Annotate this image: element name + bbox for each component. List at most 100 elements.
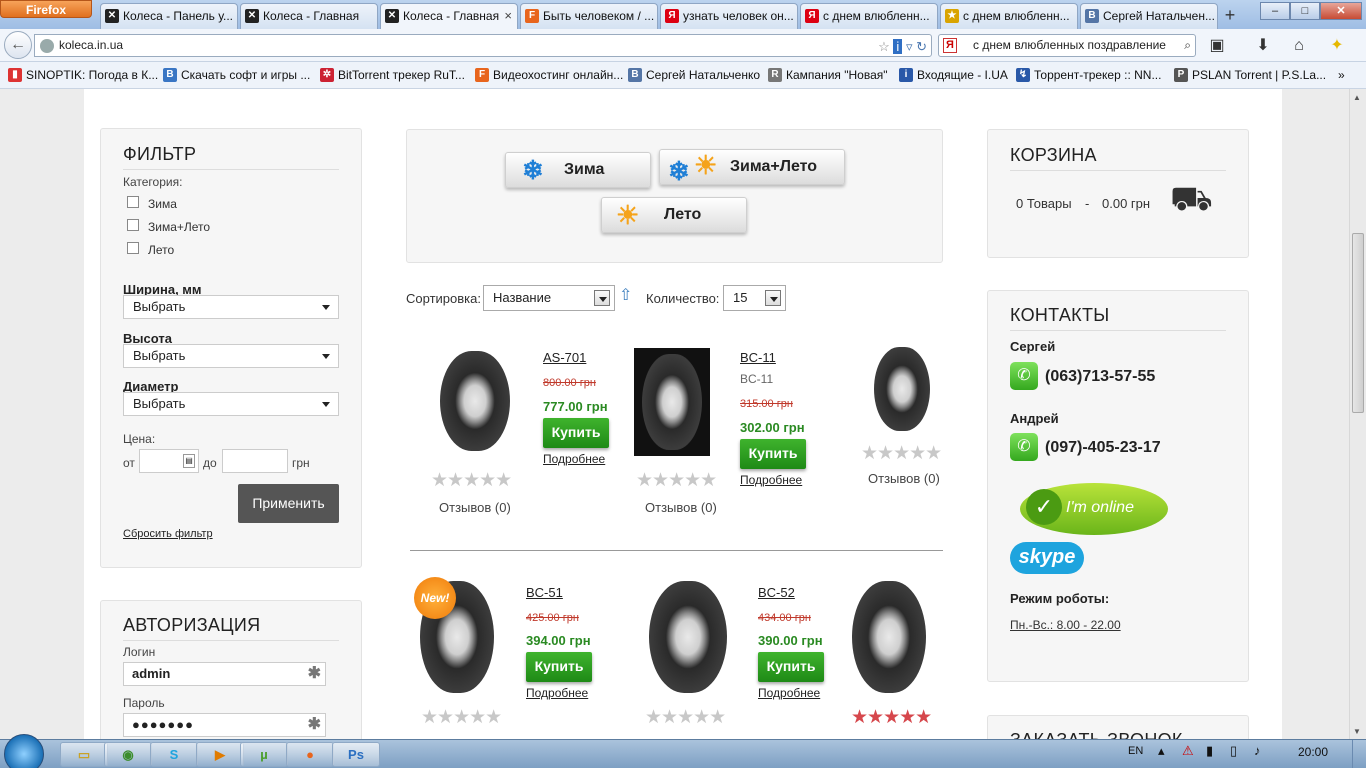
tray-arrow-icon[interactable]: ▴ — [1158, 743, 1165, 759]
product-name-link[interactable]: BC-51 — [526, 585, 563, 600]
browser-tab[interactable]: Яс днем влюбленн... — [800, 3, 938, 29]
price-to-input[interactable] — [222, 449, 288, 473]
yandex-search-icon[interactable]: Я — [943, 38, 957, 53]
rating-stars[interactable]: ★★★★★ — [636, 469, 717, 492]
reviews-count[interactable]: Отзывов (0) — [645, 500, 717, 515]
reload-icon[interactable]: ↻ — [916, 39, 927, 54]
photoshop-icon[interactable]: Ps — [332, 742, 380, 767]
rating-stars[interactable]: ★★★★★ — [421, 706, 502, 729]
new-tab-button[interactable]: + — [1219, 5, 1241, 27]
bookmark-item[interactable]: B Сергей Натальченко — [628, 67, 760, 83]
reviews-count[interactable]: Отзывов (0) — [439, 500, 511, 515]
details-link[interactable]: Подробнее — [758, 686, 820, 700]
back-arrow-icon[interactable]: ← — [4, 31, 32, 59]
minimize-button[interactable]: – — [1260, 2, 1290, 20]
bookmark-item[interactable]: R Кампания "Новая" — [768, 67, 888, 83]
product-name-link[interactable]: BC-11 — [740, 350, 776, 365]
buy-button[interactable]: Купить — [758, 652, 824, 682]
url-bar[interactable]: koleca.in.ua ☆ i ▿ ↻ — [34, 34, 932, 57]
product-image-frame[interactable] — [634, 348, 710, 456]
bookmark-item[interactable]: P PSLAN Torrent | P.S.La... — [1174, 67, 1326, 83]
browser-tab[interactable]: Яузнать человек он... — [660, 3, 798, 29]
checkbox-allseason[interactable] — [127, 219, 139, 231]
network-error-icon[interactable]: ⚠ — [1182, 743, 1194, 759]
media-player-icon[interactable]: ▶ — [196, 742, 244, 767]
maximize-button[interactable]: □ — [1290, 2, 1320, 20]
password-input[interactable]: ●●●●●●● ✱ — [123, 713, 326, 737]
buy-button[interactable]: Купить — [526, 652, 592, 682]
vertical-scrollbar[interactable]: ▲ ▼ — [1349, 89, 1366, 739]
apply-filter-button[interactable]: Применить — [238, 484, 339, 523]
language-indicator[interactable]: EN — [1128, 745, 1143, 757]
browser-tab[interactable]: B Сергей Натальчен... — [1080, 3, 1218, 29]
info-icon[interactable]: i — [893, 39, 903, 54]
home-icon[interactable]: ⌂ — [1288, 35, 1310, 57]
utorrent-icon[interactable]: µ — [240, 742, 288, 767]
scroll-up-icon[interactable]: ▲ — [1353, 93, 1361, 102]
skype-icon[interactable]: S — [150, 742, 198, 767]
bookmark-star-icon[interactable]: ☆ — [878, 39, 890, 54]
bookmark-item[interactable]: ▮ SINOPTIK: Погода в К... — [8, 67, 158, 83]
width-select[interactable]: Выбрать — [123, 295, 339, 319]
firefox-icon[interactable]: ● — [286, 742, 334, 767]
details-link[interactable]: Подробнее — [526, 686, 588, 700]
bookmarks-menu-icon[interactable]: ▣ — [1206, 35, 1228, 57]
spinner-icon[interactable]: ▤ — [183, 454, 195, 468]
product-image[interactable] — [874, 347, 930, 431]
shopping-cart-icon[interactable]: ⛟ — [1170, 180, 1213, 224]
buy-button[interactable]: Купить — [740, 439, 806, 469]
browser-tab[interactable]: ★ с днем влюбленн... — [940, 3, 1078, 29]
login-input[interactable]: admin ✱ — [123, 662, 326, 686]
rating-stars[interactable]: ★★★★★ — [431, 469, 512, 492]
details-link[interactable]: Подробнее — [543, 452, 605, 466]
product-image[interactable] — [649, 581, 727, 693]
show-desktop-button[interactable] — [1352, 740, 1366, 768]
sort-select[interactable]: Название — [483, 285, 615, 311]
bookmark-item[interactable]: ↯ Торрент-трекер :: NN... — [1016, 67, 1161, 83]
rating-stars[interactable]: ★★★★★ — [851, 706, 932, 729]
dropdown-arrow-icon[interactable]: ▿ — [906, 39, 913, 54]
downloads-icon[interactable]: ⬇ — [1252, 35, 1274, 57]
price-from-input[interactable]: ▤ — [139, 449, 199, 473]
reset-filter-link[interactable]: Сбросить фильтр — [123, 528, 213, 540]
bookmarks-overflow-icon[interactable]: » — [1338, 67, 1345, 83]
firefox-menu-button[interactable]: Firefox — [0, 0, 92, 18]
checkbox-winter[interactable] — [127, 196, 139, 208]
bookmark-item[interactable]: ✲ BitTorrent трекер RuT... — [320, 67, 465, 83]
rating-stars[interactable]: ★★★★★ — [645, 706, 726, 729]
bookmark-item[interactable]: i Входящие - I.UA — [899, 67, 1008, 83]
sort-direction-icon[interactable]: ⇧ — [619, 285, 632, 305]
explorer-icon[interactable]: ▭ — [60, 742, 108, 767]
search-bar[interactable]: Я с днем влюбленных поздравление ⌕ — [938, 34, 1196, 57]
browser-tab[interactable]: F Быть человеком / ... — [520, 3, 658, 29]
buy-button[interactable]: Купить — [543, 418, 609, 448]
volume-icon[interactable]: ♪ — [1254, 743, 1261, 758]
count-select[interactable]: 15 — [723, 285, 786, 311]
browser-tab[interactable]: ✕ Колеса - Панель у... — [100, 3, 238, 29]
product-image[interactable] — [440, 351, 510, 451]
windows-start-icon[interactable] — [4, 734, 44, 768]
browser-tab[interactable]: ✕ Колеса - Главная — [240, 3, 378, 29]
checkbox-summer[interactable] — [127, 242, 139, 254]
reviews-count[interactable]: Отзывов (0) — [868, 471, 940, 486]
signal-icon[interactable]: ▮ — [1206, 743, 1213, 759]
close-window-button[interactable]: ✕ — [1320, 2, 1362, 20]
chrome-icon[interactable]: ◉ — [104, 742, 152, 767]
allseason-button[interactable]: ❄ ☀ Зима+Лето — [659, 149, 845, 186]
online-status-badge[interactable]: ✓ I'm online — [1020, 483, 1168, 535]
scrollbar-thumb[interactable] — [1352, 233, 1364, 413]
battery-icon[interactable]: ▯ — [1230, 743, 1237, 759]
winter-button[interactable]: ❄ Зима — [505, 152, 651, 188]
skype-button[interactable]: skype — [1010, 542, 1084, 574]
browser-tab-active[interactable]: ✕ Колеса - Главная × — [380, 3, 518, 30]
product-image[interactable] — [852, 581, 926, 693]
diameter-select[interactable]: Выбрать — [123, 392, 339, 416]
product-name-link[interactable]: AS-701 — [543, 350, 586, 365]
bookmark-item[interactable]: B Скачать софт и игры ... — [163, 67, 310, 83]
height-select[interactable]: Выбрать — [123, 344, 339, 368]
addon-icon[interactable]: ✦ — [1326, 35, 1348, 57]
scroll-down-icon[interactable]: ▼ — [1353, 727, 1361, 736]
rating-stars[interactable]: ★★★★★ — [861, 442, 942, 465]
bookmark-item[interactable]: F Видеохостинг онлайн... — [475, 67, 623, 83]
close-tab-icon[interactable]: × — [504, 4, 512, 28]
